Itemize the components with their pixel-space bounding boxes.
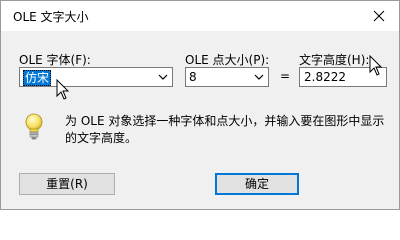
ok-button[interactable]: 确定 bbox=[215, 173, 299, 195]
chevron-down-icon bbox=[158, 74, 168, 80]
point-size-value: 8 bbox=[189, 70, 197, 84]
point-size-label: OLE 点大小(P): bbox=[185, 53, 270, 67]
text-height-label: 文字高度(H): bbox=[299, 53, 370, 67]
ole-text-size-dialog: OLE 文字大小 OLE 字体(F): 仿宋 OLE 点大小(P): 8 = 文… bbox=[0, 0, 400, 210]
font-select[interactable]: 仿宋 bbox=[19, 67, 173, 87]
info-text: 为 OLE 对象选择一种字体和点大小，并输入要在图形中显示的文字高度。 bbox=[65, 114, 385, 145]
lightbulb-icon bbox=[25, 113, 43, 140]
point-size-select[interactable]: 8 bbox=[185, 67, 269, 87]
close-button[interactable] bbox=[359, 1, 399, 31]
text-height-input[interactable]: 2.8222 bbox=[299, 67, 387, 87]
font-label: OLE 字体(F): bbox=[19, 53, 91, 67]
chevron-down-icon bbox=[254, 74, 264, 80]
equals-sign: = bbox=[280, 69, 291, 83]
font-select-value: 仿宋 bbox=[23, 70, 52, 86]
dialog-title: OLE 文字大小 bbox=[13, 10, 89, 24]
text-height-value: 2.8222 bbox=[304, 70, 346, 84]
reset-button[interactable]: 重置(R) bbox=[19, 173, 115, 195]
close-icon bbox=[373, 10, 385, 22]
title-bar: OLE 文字大小 bbox=[1, 1, 399, 31]
